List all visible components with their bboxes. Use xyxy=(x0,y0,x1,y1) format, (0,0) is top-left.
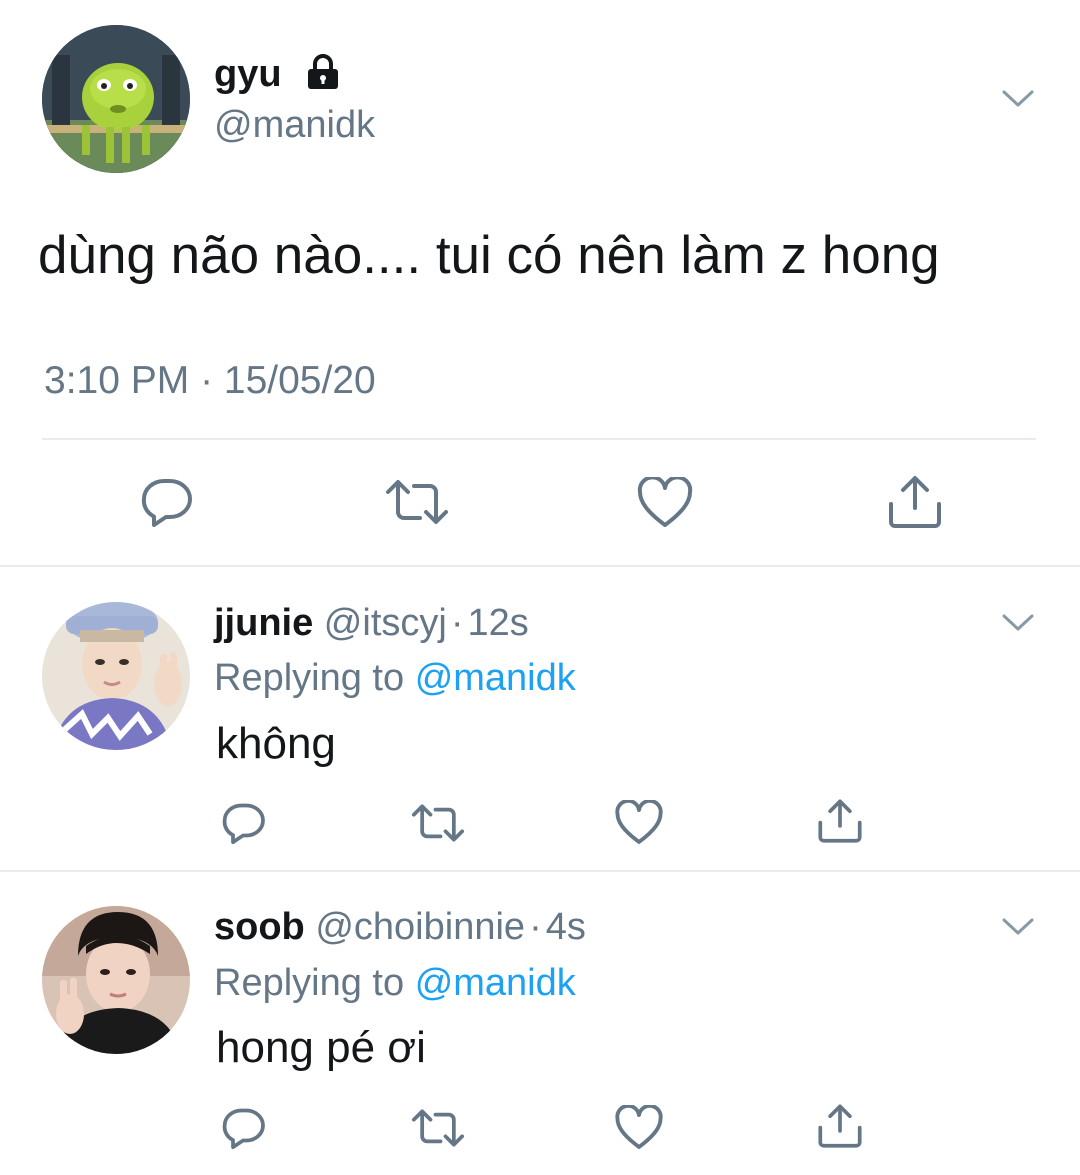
tweet-text: dùng não nào.... tui có nên làm z hong xyxy=(38,226,940,285)
reply-text: không xyxy=(216,719,336,768)
reply-author-handle[interactable]: @choibinnie xyxy=(315,906,525,948)
reply-text: hong pé ơi xyxy=(216,1023,426,1072)
retweet-icon[interactable] xyxy=(410,803,466,843)
retweet-icon[interactable] xyxy=(384,478,450,526)
author-handle[interactable]: @manidk xyxy=(214,103,375,147)
reply-separator: · xyxy=(450,602,464,644)
reply-icon[interactable] xyxy=(218,1105,268,1151)
chevron-down-icon[interactable] xyxy=(1000,86,1036,110)
author-name[interactable]: gyu xyxy=(214,52,282,96)
share-icon[interactable] xyxy=(886,474,944,530)
replying-to-label: Replying to xyxy=(214,962,405,1004)
retweet-icon[interactable] xyxy=(410,1108,466,1148)
author-name-text[interactable]: gyu xyxy=(214,53,282,95)
replying-to: Replying to @manidk xyxy=(214,655,576,701)
avatar[interactable] xyxy=(42,906,190,1054)
section-divider xyxy=(0,565,1080,567)
lock-icon xyxy=(308,54,338,89)
section-divider xyxy=(0,870,1080,872)
tweet-timestamp[interactable]: 3:10 PM · 15/05/20 xyxy=(44,357,376,405)
avatar[interactable] xyxy=(42,25,190,173)
avatar[interactable] xyxy=(42,602,190,750)
reply-author-name[interactable]: soob xyxy=(214,906,305,948)
replying-to-label: Replying to xyxy=(214,657,405,699)
avatar-image xyxy=(42,906,190,1054)
replying-to: Replying to @manidk xyxy=(214,960,576,1006)
avatar-image xyxy=(42,25,190,173)
reply-time[interactable]: 12s xyxy=(467,602,528,644)
replying-to-link[interactable]: @manidk xyxy=(415,962,576,1004)
replying-to-link[interactable]: @manidk xyxy=(415,657,576,699)
share-icon[interactable] xyxy=(816,1103,864,1149)
heart-icon[interactable] xyxy=(614,1105,664,1151)
reply-header: soob @choibinnie · 4s xyxy=(214,904,586,950)
reply-author-name[interactable]: jjunie xyxy=(214,602,313,644)
heart-icon[interactable] xyxy=(636,477,694,529)
divider xyxy=(42,438,1036,440)
reply-time[interactable]: 4s xyxy=(546,906,586,948)
avatar-image xyxy=(42,602,190,750)
reply-separator: · xyxy=(529,906,542,948)
reply-icon[interactable] xyxy=(136,475,196,529)
heart-icon[interactable] xyxy=(614,800,664,846)
reply-icon[interactable] xyxy=(218,800,268,846)
reply-header: jjunie @itscyj · 12s xyxy=(214,600,529,646)
chevron-down-icon[interactable] xyxy=(1000,610,1036,634)
chevron-down-icon[interactable] xyxy=(1000,914,1036,938)
reply-author-handle[interactable]: @itscyj xyxy=(324,602,447,644)
share-icon[interactable] xyxy=(816,798,864,844)
